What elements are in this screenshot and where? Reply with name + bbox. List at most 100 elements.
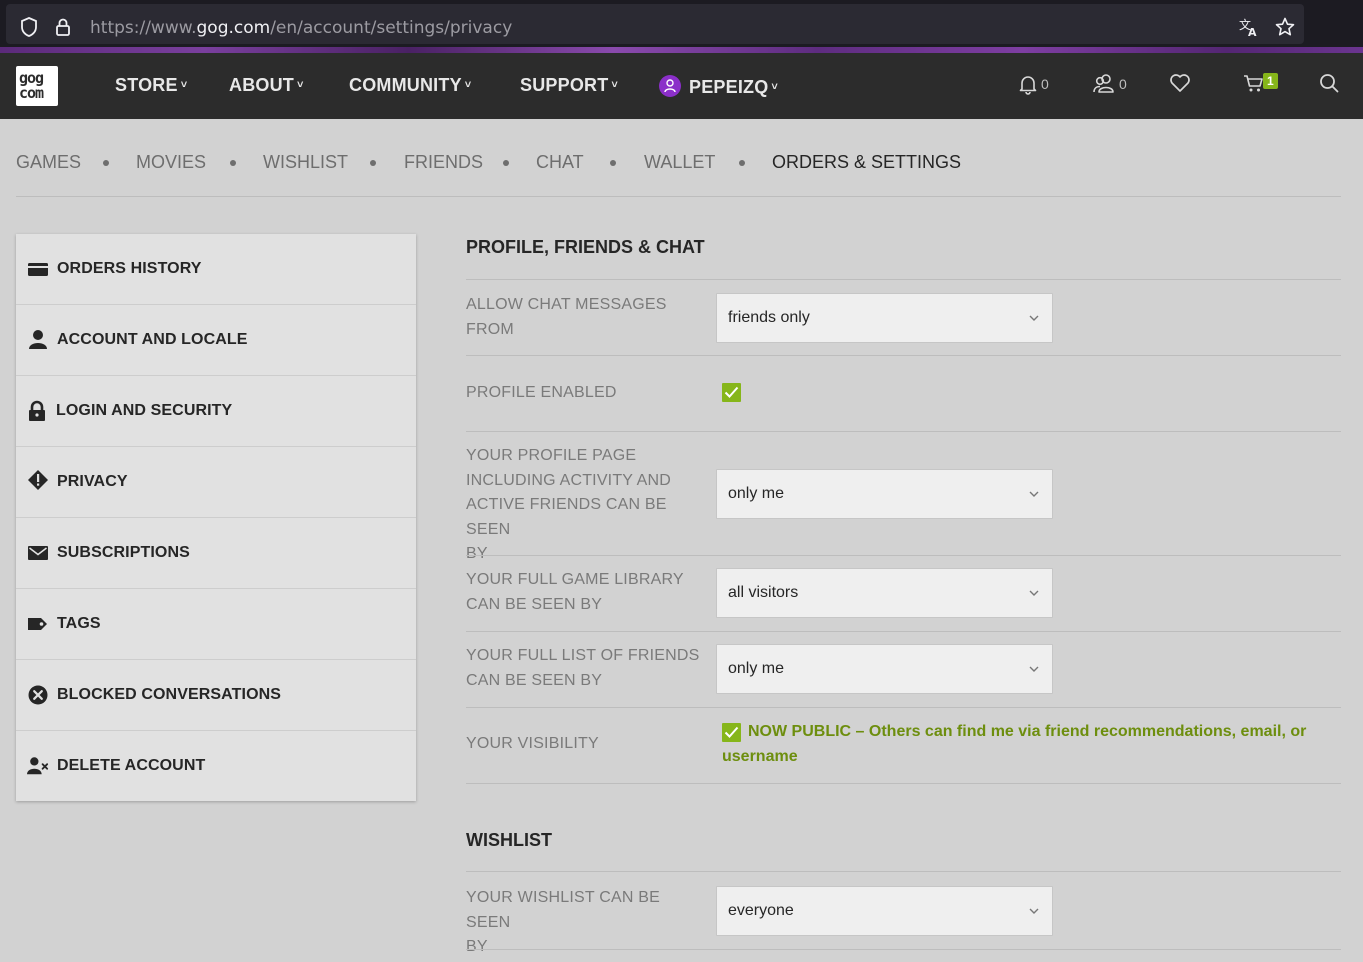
sidebar-item-privacy[interactable]: PRIVACY xyxy=(16,447,416,518)
sidebar-item-login-security[interactable]: LOGIN AND SECURITY xyxy=(16,376,416,447)
user-icon xyxy=(29,330,47,349)
subnav-orders-settings[interactable]: ORDERS & SETTINGS xyxy=(772,152,961,173)
translate-icon[interactable]: 文 A xyxy=(1238,16,1260,38)
svg-text:A: A xyxy=(1248,26,1257,38)
chat-messages-label: ALLOW CHAT MESSAGES FROM xyxy=(466,296,667,338)
nav-store[interactable]: STORE ˅ xyxy=(115,75,187,96)
main-nav: gog com STORE ˅ ABOUT ˅ COMMUNITY ˅ SUPPORT… xyxy=(0,53,1363,119)
separator-dot xyxy=(230,160,236,166)
chevron-down-icon xyxy=(1029,666,1039,672)
subnav-wishlist[interactable]: WISHLIST xyxy=(263,152,348,173)
divider xyxy=(466,431,1341,432)
friends-button[interactable]: 0 xyxy=(1092,73,1127,95)
card-icon xyxy=(28,263,48,276)
lock-icon xyxy=(29,400,45,421)
bookmark-star-icon[interactable] xyxy=(1274,16,1296,38)
separator-dot xyxy=(610,160,616,166)
bell-icon xyxy=(1019,76,1037,95)
divider xyxy=(466,555,1341,556)
chevron-down-icon: ˅ xyxy=(180,79,188,91)
section-title-profile: PROFILE, FRIENDS & CHAT xyxy=(466,237,705,257)
lock-icon[interactable] xyxy=(52,16,74,38)
envelope-icon xyxy=(28,546,48,560)
sidebar-item-label: BLOCKED CONVERSATIONS xyxy=(57,686,282,703)
sidebar-item-orders-history[interactable]: ORDERS HISTORY xyxy=(16,234,416,305)
chevron-down-icon: ˅ xyxy=(297,79,304,91)
shield-icon[interactable] xyxy=(18,16,40,38)
chat-messages-select[interactable]: friends only xyxy=(716,293,1053,343)
friends-list-visibility-label: YOUR FULL LIST OF FRIENDS CAN BE SEEN BY xyxy=(466,647,700,689)
warning-diamond-icon xyxy=(28,470,48,490)
nav-community[interactable]: COMMUNITY ˅ xyxy=(349,75,471,96)
wishlist-button[interactable] xyxy=(1169,73,1191,93)
separator-dot xyxy=(103,160,109,166)
divider xyxy=(16,196,1341,197)
section-title-wishlist: WISHLIST xyxy=(466,830,552,850)
chevron-down-icon xyxy=(1029,908,1039,914)
subnav-chat[interactable]: CHAT xyxy=(536,152,584,173)
chevron-down-icon xyxy=(1029,491,1039,497)
chevron-down-icon: ˅ xyxy=(611,79,619,91)
friends-icon xyxy=(1093,74,1114,93)
sidebar-item-delete-account[interactable]: DELETE ACCOUNT xyxy=(16,731,416,802)
sidebar-item-label: TAGS xyxy=(57,615,101,632)
sidebar-item-label: LOGIN AND SECURITY xyxy=(56,402,233,419)
tag-icon xyxy=(28,618,47,630)
game-library-visibility-label: YOUR FULL GAME LIBRARY CAN BE SEEN BY xyxy=(466,571,684,613)
notifications-button[interactable]: 0 xyxy=(1018,73,1049,95)
cart-icon xyxy=(1244,75,1263,92)
subnav-movies[interactable]: MOVIES xyxy=(136,152,206,173)
cart-count-badge: 1 xyxy=(1263,73,1278,89)
sidebar-item-blocked-conversations[interactable]: BLOCKED CONVERSATIONS xyxy=(16,660,416,731)
nav-about[interactable]: ABOUT ˅ xyxy=(229,75,304,96)
url-text[interactable]: https://www.gog.com/en/account/settings/… xyxy=(90,18,512,38)
subnav-games[interactable]: GAMES xyxy=(16,152,81,173)
avatar xyxy=(659,75,681,97)
nav-support[interactable]: SUPPORT ˅ xyxy=(520,75,618,96)
address-bar[interactable]: https://www.gog.com/en/account/settings/… xyxy=(6,4,1304,44)
chevron-down-icon: ˅ xyxy=(464,79,472,91)
chevron-down-icon: ˅ xyxy=(771,81,779,93)
profile-enabled-checkbox[interactable] xyxy=(722,383,741,402)
chevron-down-icon xyxy=(1029,590,1039,596)
browser-toolbar: https://www.gog.com/en/account/settings/… xyxy=(0,0,1363,50)
user-icon xyxy=(664,79,676,93)
divider xyxy=(466,871,1341,872)
subnav-wallet[interactable]: WALLET xyxy=(644,152,715,173)
sidebar-item-label: PRIVACY xyxy=(57,473,128,490)
nav-user-menu[interactable]: PEPEIZQ ˅ xyxy=(659,75,778,98)
wishlist-visibility-select[interactable]: everyone xyxy=(716,886,1053,936)
settings-sidebar: ORDERS HISTORY ACCOUNT AND LOCALE LOGIN … xyxy=(16,234,416,801)
divider xyxy=(466,355,1341,356)
separator-dot xyxy=(739,160,745,166)
divider xyxy=(466,279,1341,280)
divider xyxy=(466,631,1341,632)
sidebar-item-account-locale[interactable]: ACCOUNT AND LOCALE xyxy=(16,305,416,376)
profile-enabled-label: PROFILE ENABLED xyxy=(466,384,617,401)
chevron-down-icon xyxy=(1029,315,1039,321)
sidebar-item-label: SUBSCRIPTIONS xyxy=(57,544,190,561)
separator-dot xyxy=(503,160,509,166)
gog-logo[interactable]: gog com xyxy=(16,66,58,106)
friends-list-visibility-select[interactable]: only me xyxy=(716,644,1053,694)
subnav-friends[interactable]: FRIENDS xyxy=(404,152,483,173)
cart-button[interactable]: 1 xyxy=(1243,73,1278,93)
blocked-icon xyxy=(28,685,48,705)
sidebar-item-label: ORDERS HISTORY xyxy=(57,260,202,277)
visibility-status-text: NOW PUBLIC – Others can find me via frie… xyxy=(722,723,1307,765)
heart-icon xyxy=(1170,74,1190,92)
sidebar-item-label: DELETE ACCOUNT xyxy=(57,757,206,774)
profile-page-visibility-select[interactable]: only me xyxy=(716,469,1053,519)
separator-dot xyxy=(370,160,376,166)
search-icon xyxy=(1320,74,1339,93)
profile-page-visibility-label: YOUR PROFILE PAGE INCLUDING ACTIVITY AND… xyxy=(466,447,672,562)
visibility-label: YOUR VISIBILITY xyxy=(466,735,599,752)
checkmark-icon xyxy=(724,386,739,398)
divider xyxy=(466,783,1341,784)
game-library-visibility-select[interactable]: all visitors xyxy=(716,568,1053,618)
divider xyxy=(466,707,1341,708)
search-button[interactable] xyxy=(1319,73,1339,93)
sidebar-item-tags[interactable]: TAGS xyxy=(16,589,416,660)
divider xyxy=(466,949,1341,950)
sidebar-item-subscriptions[interactable]: SUBSCRIPTIONS xyxy=(16,518,416,589)
